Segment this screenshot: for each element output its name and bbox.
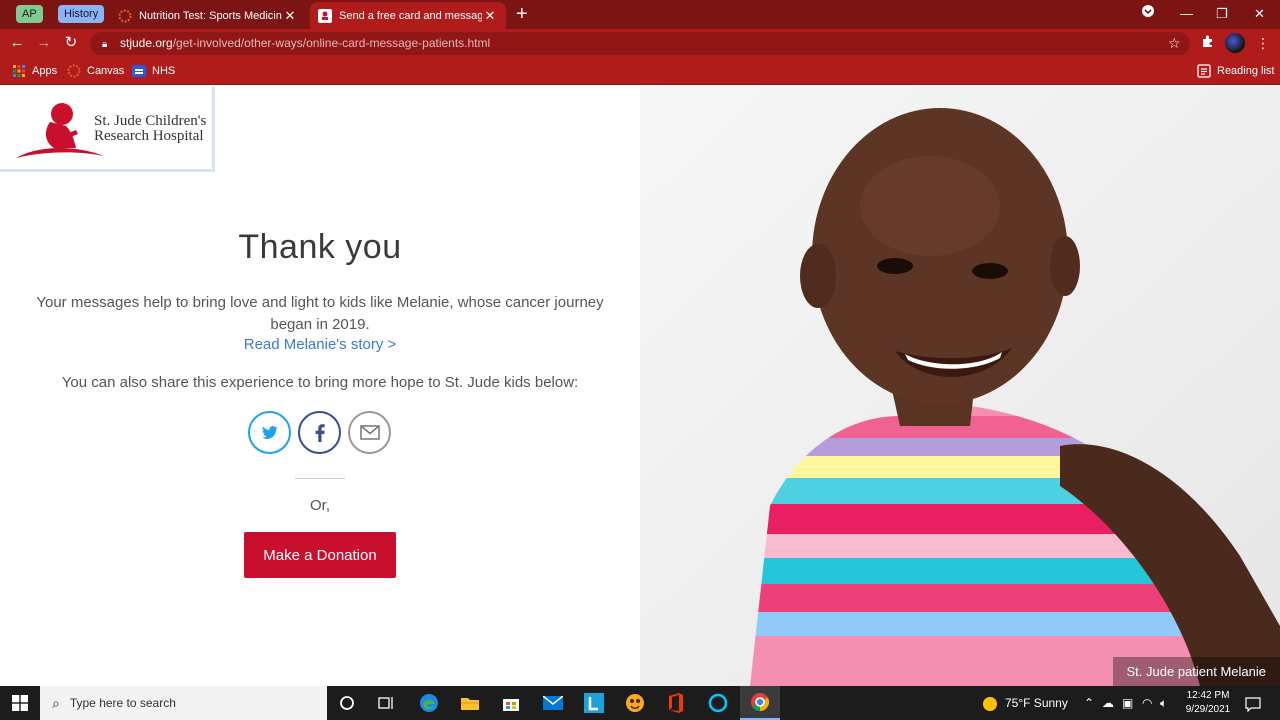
email-share-button[interactable] (348, 411, 391, 454)
notifications-icon[interactable] (1245, 686, 1261, 720)
windows-taskbar: ⌕ Type here to search 75°F Sunny ⌃ ☁ ▣ ◠… (0, 686, 1280, 720)
read-story-link[interactable]: Read Melanie's story > (0, 336, 640, 353)
back-arrow-icon[interactable]: ← (6, 32, 28, 54)
close-icon[interactable]: ✕ (282, 8, 298, 24)
stjude-logo[interactable]: St. Jude Children's Research Hospital (0, 86, 215, 172)
logo-line-1: St. Jude Children's (94, 113, 207, 129)
wifi-icon[interactable]: ◠ (1142, 686, 1152, 720)
url-path: /get-involved/other-ways/online-card-mes… (172, 36, 491, 50)
url-host: stjude.org (120, 36, 173, 50)
page-title: Thank you (238, 228, 402, 266)
forward-arrow-icon[interactable]: → (33, 32, 55, 54)
reading-list-icon (1197, 64, 1211, 78)
bookmark-canvas[interactable]: Canvas (67, 63, 124, 79)
tab-group-ap[interactable]: AP (16, 5, 43, 23)
weather-text: 75°F Sunny (1005, 696, 1068, 710)
mail-icon[interactable] (533, 686, 573, 720)
extensions-puzzle-icon[interactable] (1201, 32, 1215, 54)
tab-search-icon[interactable] (1141, 3, 1155, 25)
browser-toolbar: ← → ↻ 🔒︎ stjude.org/get-involved/other-wa… (0, 29, 1280, 58)
meet-now-icon[interactable]: ▣ (1122, 686, 1133, 720)
share-prompt: You can also share this experience to br… (61, 374, 579, 391)
store-icon[interactable] (491, 686, 531, 720)
page-content: St. Jude Children's Research Hospital Th… (0, 86, 1280, 686)
windows-logo-icon (12, 695, 28, 711)
tab-title: Send a free card and message to patients (339, 9, 482, 22)
logo-text: St. Jude Children's Research Hospital (94, 114, 206, 144)
weather-widget[interactable]: 75°F Sunny (983, 686, 1068, 720)
tab-send-card[interactable]: Send a free card and message to patients… (310, 2, 506, 29)
canvas-icon (67, 64, 81, 78)
tab-group-history[interactable]: History (58, 5, 105, 23)
window-close-icon[interactable]: ✕ (1254, 3, 1265, 25)
or-text: Or, (309, 497, 330, 514)
minimize-icon[interactable]: — (1180, 3, 1193, 25)
envelope-icon (359, 425, 380, 440)
canvas-favicon-icon (118, 9, 132, 22)
taskbar-search-input[interactable]: ⌕ Type here to search (40, 686, 327, 720)
search-icon: ⌕ (52, 694, 60, 711)
cloud-icon[interactable]: ☁ (1102, 686, 1114, 720)
photo-caption: St. Jude patient Melanie (1112, 657, 1280, 686)
restore-icon[interactable]: ❐ (1216, 3, 1228, 25)
apps-grid-icon (13, 65, 25, 77)
task-view-icon[interactable] (367, 686, 407, 720)
bookmark-label: Apps (32, 65, 58, 77)
search-placeholder: Type here to search (69, 696, 176, 710)
stjude-favicon-icon (318, 8, 332, 23)
patient-photo-illustration (640, 86, 1280, 686)
lock-icon: 🔒︎ (102, 39, 108, 50)
file-explorer-icon[interactable] (450, 686, 490, 720)
clock-date: 9/29/2021 (1185, 704, 1231, 715)
logo-line-2: Research Hospital (94, 128, 204, 144)
twitter-share-button[interactable] (248, 411, 291, 454)
reading-list-button[interactable]: Reading list (1197, 63, 1274, 79)
thank-you-message: Your messages help to bring love and lig… (36, 294, 604, 333)
facebook-share-button[interactable] (298, 411, 341, 454)
sun-icon (983, 696, 997, 711)
tab-strip: AP History Nutrition Test: Sports Medici… (0, 0, 1280, 29)
address-bar[interactable]: 🔒︎ stjude.org/get-involved/other-ways/onl… (90, 32, 1190, 55)
game-app-icon[interactable] (615, 686, 655, 720)
clock-time: 12:42 PM (1186, 690, 1230, 701)
cortana-circle-icon[interactable] (327, 686, 367, 720)
close-icon[interactable]: ✕ (482, 8, 498, 24)
twitter-icon (261, 425, 277, 439)
thank-you-panel: St. Jude Children's Research Hospital Th… (0, 86, 640, 686)
volume-muted-icon[interactable]: 🔈︎ (1160, 686, 1167, 720)
lexia-app-icon[interactable] (574, 686, 614, 720)
edge-icon[interactable] (409, 686, 449, 720)
bookmark-label: Canvas (87, 65, 125, 77)
tab-title: Nutrition Test: Sports Medicine II (139, 9, 282, 22)
chrome-icon[interactable] (740, 686, 780, 720)
show-hidden-icons-chevron-icon[interactable]: ⌃ (1084, 686, 1094, 720)
alexa-icon[interactable] (698, 686, 738, 720)
reload-icon[interactable]: ↻ (60, 32, 82, 54)
bookmark-star-icon[interactable]: ☆ (1168, 32, 1181, 54)
stjude-child-silhouette-icon (16, 103, 104, 158)
divider (295, 478, 345, 479)
reading-list-label: Reading list (1217, 65, 1275, 77)
start-button[interactable] (0, 686, 40, 720)
office-icon[interactable] (656, 686, 696, 720)
bookmark-nhs[interactable]: NHS (132, 63, 175, 79)
kebab-menu-icon[interactable]: ⋮ (1256, 32, 1270, 54)
nhs-icon (132, 65, 146, 77)
profile-avatar[interactable] (1225, 33, 1245, 53)
bookmarks-bar: Apps Canvas NHS Reading list (0, 58, 1280, 85)
system-clock[interactable]: 12:42 PM 9/29/2021 (1182, 689, 1234, 717)
bookmark-apps[interactable]: Apps (12, 63, 57, 79)
make-donation-button[interactable]: Make a Donation (244, 532, 396, 578)
facebook-icon (315, 423, 325, 442)
patient-photo: St. Jude patient Melanie (640, 86, 1280, 686)
tab-nutrition-test[interactable]: Nutrition Test: Sports Medicine II ✕ (110, 2, 306, 29)
bookmark-label: NHS (152, 65, 176, 77)
new-tab-plus-icon[interactable]: + (516, 3, 528, 25)
